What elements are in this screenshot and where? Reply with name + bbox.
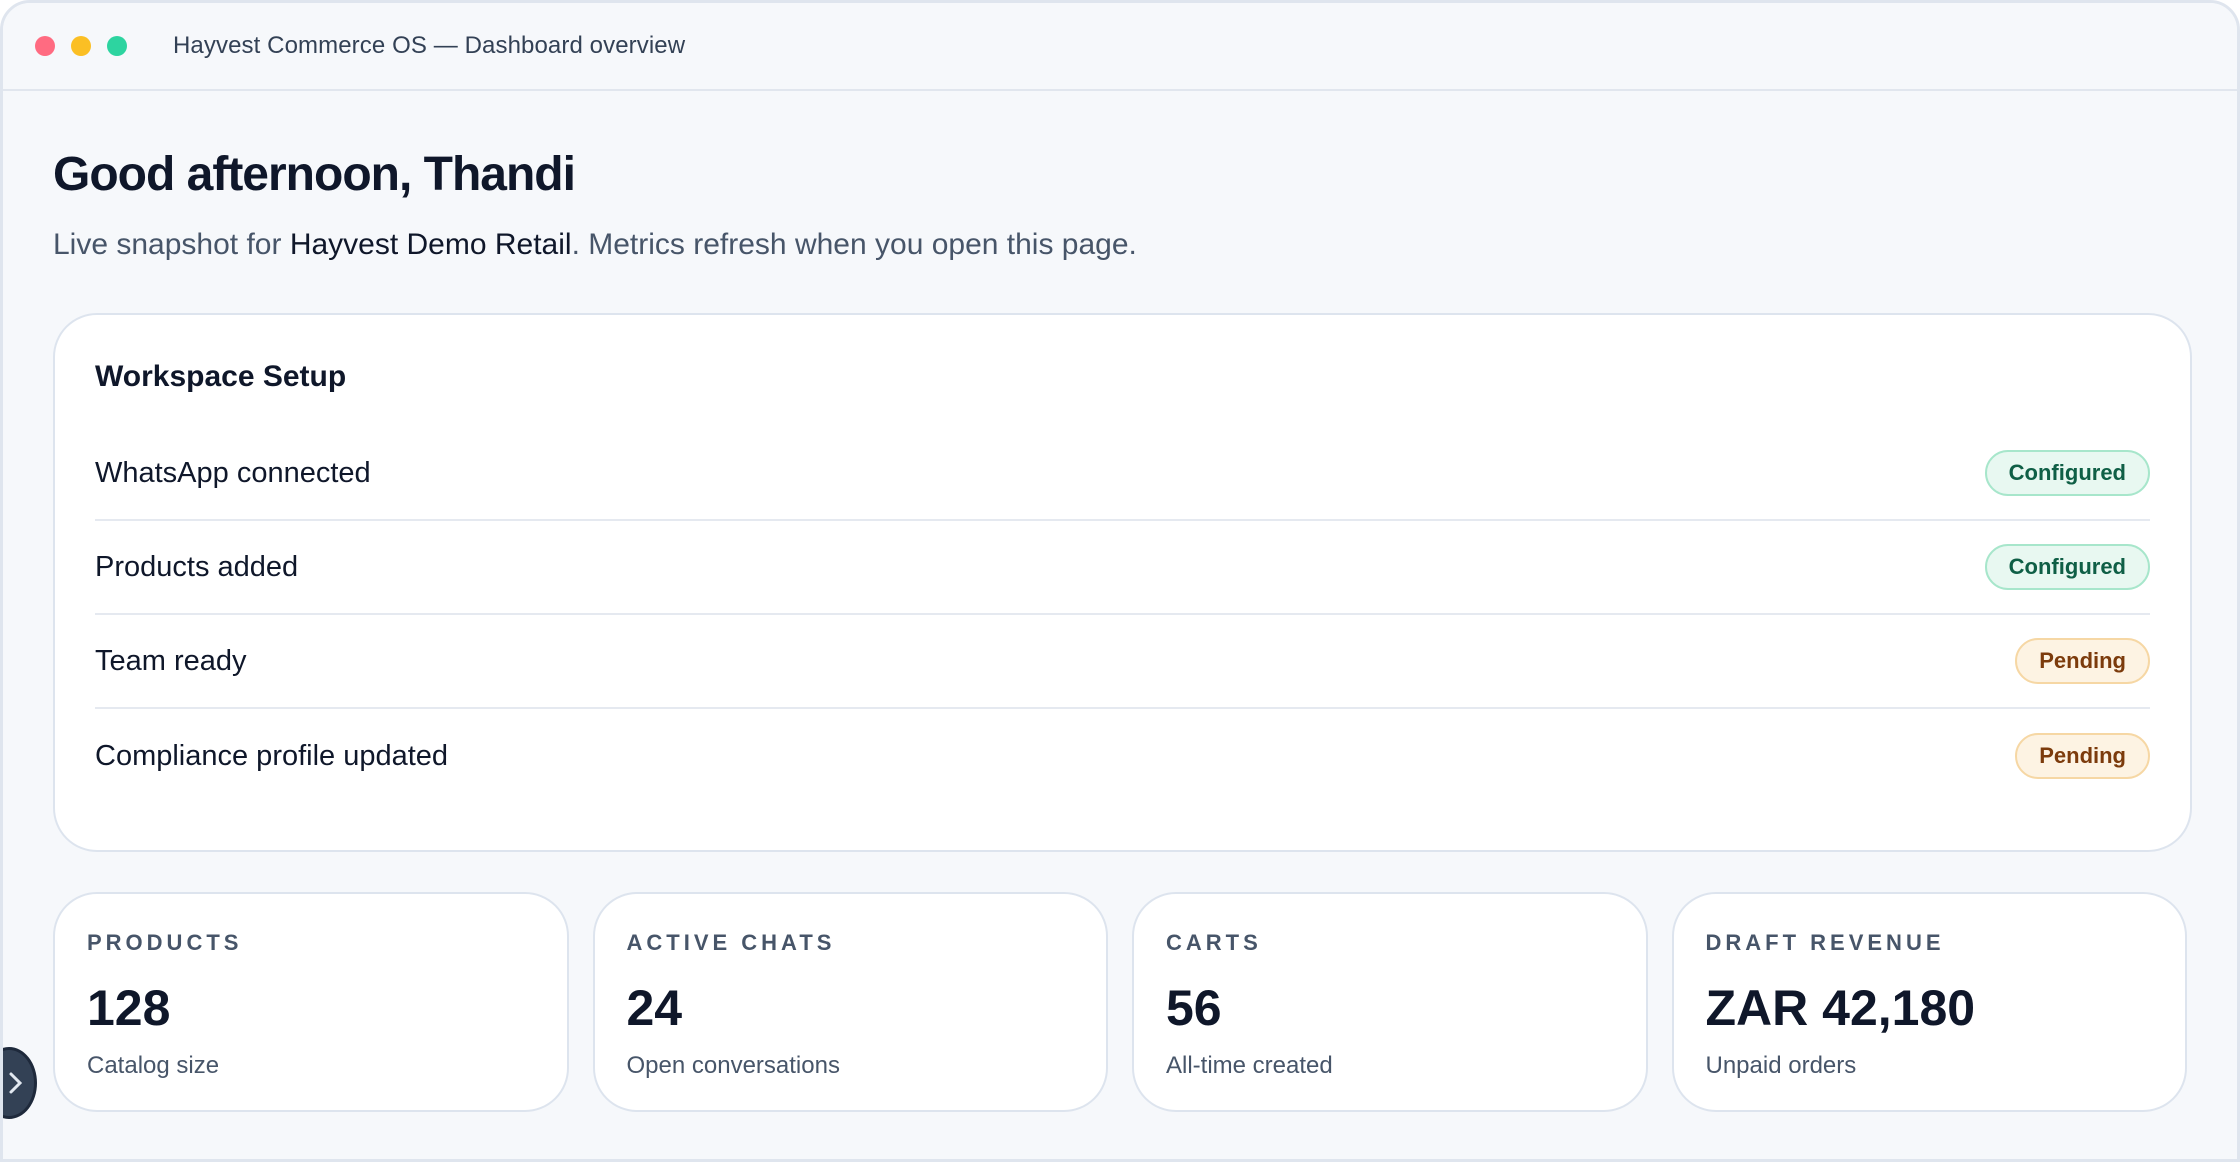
stat-card-products: PRODUCTS 128 Catalog size xyxy=(53,892,569,1112)
page-title: Good afternoon, Thandi xyxy=(53,148,576,201)
store-name: Hayvest Demo Retail xyxy=(289,228,572,261)
stat-label: DRAFT REVENUE xyxy=(1705,930,1945,955)
collapse-icon xyxy=(9,1072,23,1094)
setup-item-compliance: Compliance profile updated Pending xyxy=(95,709,2150,803)
stat-card-carts: CARTS 56 All-time created xyxy=(1132,892,1648,1112)
status-badge: Pending xyxy=(2015,638,2150,684)
stat-caption: Unpaid orders xyxy=(1705,1052,1857,1079)
stat-value: 128 xyxy=(87,980,171,1036)
stat-label: PRODUCTS xyxy=(87,930,243,955)
stat-value: 56 xyxy=(1166,980,1222,1036)
status-badge: Configured xyxy=(1984,450,2150,496)
setup-item-label: Products added xyxy=(95,550,299,583)
close-window-button[interactable] xyxy=(35,36,55,56)
title-bar: Hayvest Commerce OS — Dashboard overview xyxy=(3,3,2237,91)
subtitle-prefix: Live snapshot for xyxy=(53,228,290,261)
stat-value: ZAR 42,180 xyxy=(1705,980,1976,1036)
window-title: Hayvest Commerce OS — Dashboard overview xyxy=(173,32,686,59)
subtitle-suffix: . Metrics refresh when you open this pag… xyxy=(571,228,1137,261)
workspace-setup-title: Workspace Setup xyxy=(95,360,347,393)
stat-caption: Open conversations xyxy=(626,1052,840,1079)
setup-item-whatsapp: WhatsApp connected Configured xyxy=(95,427,2150,521)
setup-item-label: WhatsApp connected xyxy=(95,456,371,489)
window-controls xyxy=(35,36,127,56)
setup-item-label: Team ready xyxy=(95,644,247,677)
setup-item-products: Products added Configured xyxy=(95,521,2150,615)
setup-item-label: Compliance profile updated xyxy=(95,739,449,772)
stat-caption: All-time created xyxy=(1166,1052,1333,1079)
stat-caption: Catalog size xyxy=(87,1052,220,1079)
maximize-window-button[interactable] xyxy=(107,36,127,56)
metrics-row: PRODUCTS 128 Catalog size ACTIVE CHATS 2… xyxy=(53,892,2187,1112)
page-subtitle: Live snapshot for Hayvest Demo Retail. M… xyxy=(53,225,2187,265)
minimize-window-button[interactable] xyxy=(71,36,91,56)
stat-card-draft-revenue: DRAFT REVENUE ZAR 42,180 Unpaid orders xyxy=(1671,892,2187,1112)
status-badge: Pending xyxy=(2015,733,2150,779)
setup-item-team: Team ready Pending xyxy=(95,615,2150,709)
stat-label: CARTS xyxy=(1166,930,1262,955)
app-window: Hayvest Commerce OS — Dashboard overview… xyxy=(0,0,2240,1162)
dashboard-content: Good afternoon, Thandi Live snapshot for… xyxy=(3,91,2237,1112)
status-badge: Configured xyxy=(1984,544,2150,590)
stat-value: 24 xyxy=(626,980,683,1036)
workspace-setup-card: Workspace Setup WhatsApp connected Confi… xyxy=(53,313,2192,852)
setup-checklist: WhatsApp connected Configured Products a… xyxy=(95,427,2150,803)
stat-card-active-chats: ACTIVE CHATS 24 Open conversations xyxy=(592,892,1108,1112)
stat-label: ACTIVE CHATS xyxy=(626,930,836,955)
